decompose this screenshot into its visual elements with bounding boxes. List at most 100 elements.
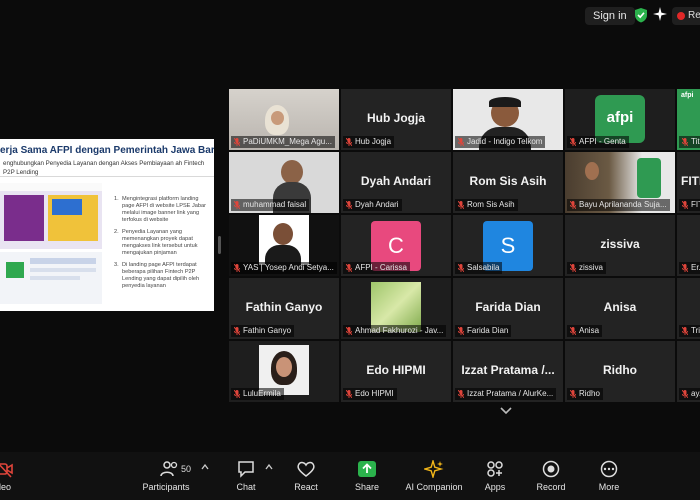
participant-label-text: zissiva	[579, 263, 604, 272]
participant-name-label: Titan N...	[679, 136, 700, 148]
participant-display-name: Fathin Ganyo	[245, 300, 323, 314]
mic-muted-icon	[682, 390, 688, 398]
chat-button[interactable]: Chat	[228, 452, 273, 500]
record-button[interactable]: Record	[532, 452, 570, 500]
mic-muted-icon	[234, 327, 240, 335]
sign-in-button[interactable]: Sign in	[585, 7, 635, 25]
mic-muted-icon	[682, 264, 688, 272]
participant-label-text: PaDiUMKM_Mega Agu...	[243, 137, 332, 146]
participant-label-text: Tri...	[691, 326, 700, 335]
participant-name-label: Edo HIPMI	[343, 388, 397, 400]
participant-display-name: Edo HIPMI	[366, 363, 426, 377]
participant-tile[interactable]: ay...	[677, 341, 700, 402]
participant-label-text: Rom Sis Asih	[467, 200, 515, 209]
recording-label: Rec	[688, 10, 700, 21]
mic-muted-icon	[346, 327, 352, 335]
participant-name-label: LuluErmila	[231, 388, 284, 400]
more-button[interactable]: More	[592, 452, 626, 500]
participant-name-label: Jadid - Indigo Telkom	[455, 136, 546, 148]
mic-muted-icon	[234, 201, 240, 209]
participant-tile[interactable]: Bayu Aprilananda Suja...	[565, 152, 675, 213]
apps-button[interactable]: Apps	[478, 452, 512, 500]
mic-muted-icon	[570, 138, 576, 146]
share-screen-icon	[358, 461, 376, 477]
chevron-up-icon[interactable]	[265, 464, 273, 470]
participant-display-name: Anisa	[603, 300, 637, 314]
participant-tile[interactable]: zissiva zissiva	[565, 215, 675, 276]
shared-screen-slide: erja Sama AFPI dengan Pemerintah Jawa Ba…	[0, 139, 214, 311]
participant-name-label: AFPI - Carissa	[343, 262, 411, 274]
participant-tile[interactable]: LuluErmila	[229, 341, 339, 402]
slide-title: erja Sama AFPI dengan Pemerintah Jawa Ba…	[0, 145, 214, 156]
participant-name-label: Tri...	[679, 325, 700, 337]
slide-subtitle: enghubungkan Penyedia Layanan dengan Aks…	[3, 160, 205, 176]
mic-muted-icon	[234, 138, 240, 146]
mic-muted-icon	[346, 138, 352, 146]
participant-tile[interactable]: PaDiUMKM_Mega Agu...	[229, 89, 339, 150]
meeting-toolbar: deo 50 Participants Chat React Share	[0, 452, 700, 500]
participant-name-label: muhammad faisal	[231, 199, 310, 211]
participant-label-text: Ridho	[579, 389, 600, 398]
participant-label-text: Edo HIPMI	[355, 389, 394, 398]
participant-tile[interactable]: YAS | Yosep Andi Setya...	[229, 215, 339, 276]
participant-name-label: Ahmad Fakhurozi - Jav...	[343, 325, 447, 337]
mic-muted-icon	[458, 327, 464, 335]
participants-count: 50	[181, 464, 192, 474]
participant-tile[interactable]: afpiTitan N...	[677, 89, 700, 150]
video-button[interactable]: deo	[0, 452, 22, 500]
meeting-top-bar: Sign in Rec	[0, 0, 700, 30]
participant-tile[interactable]: S Salsabila	[453, 215, 563, 276]
participant-tile[interactable]: Izzat Pratama /... Izzat Pratama / AlurKe…	[453, 341, 563, 402]
mic-muted-icon	[682, 327, 688, 335]
share-button[interactable]: Share	[348, 452, 386, 500]
participant-label-text: Salsabila	[467, 263, 500, 272]
participant-tile[interactable]: Ridho Ridho	[565, 341, 675, 402]
participant-label-text: ay...	[691, 389, 700, 398]
slide-bullet-list: 1. Mengintegrasi platform landing page AF…	[114, 196, 210, 295]
participant-display-name: Izzat Pratama /...	[461, 363, 555, 377]
participant-tile[interactable]: Dyah Andari Dyah Andari	[341, 152, 451, 213]
participant-tile[interactable]: FITR FIT...	[677, 152, 700, 213]
participants-button[interactable]: 50 Participants	[138, 452, 210, 500]
chevron-down-icon[interactable]	[500, 406, 512, 416]
participant-label-text: Titan N...	[691, 137, 700, 146]
mic-muted-icon	[458, 201, 464, 209]
participant-tile[interactable]: Hub Jogja Hub Jogja	[341, 89, 451, 150]
participant-label-text: Anisa	[579, 326, 600, 335]
participant-tile[interactable]: C AFPI - Carissa	[341, 215, 451, 276]
participant-label-text: Fathin Ganyo	[243, 326, 292, 335]
video-off-icon	[0, 463, 13, 478]
ai-sparkle-icon[interactable]	[653, 7, 667, 21]
participant-name-label: Dyah Andari	[343, 199, 402, 211]
participant-tile[interactable]: Edo HIPMI Edo HIPMI	[341, 341, 451, 402]
participant-tile[interactable]: afpi AFPI - Genta	[565, 89, 675, 150]
participant-tile[interactable]: Farida Dian Farida Dian	[453, 278, 563, 339]
participant-tile[interactable]: Fathin Ganyo Fathin Ganyo	[229, 278, 339, 339]
mic-muted-icon	[458, 138, 464, 146]
participant-name-label: Ridho	[567, 388, 603, 400]
participant-label-text: Bayu Aprilananda Suja...	[579, 200, 667, 209]
participant-tile[interactable]: Rom Sis Asih Rom Sis Asih	[453, 152, 563, 213]
participant-tile[interactable]: Jadid - Indigo Telkom	[453, 89, 563, 150]
recording-indicator[interactable]: Rec	[672, 7, 700, 25]
participant-name-label: Salsabila	[455, 262, 503, 274]
participants-icon	[160, 461, 178, 477]
split-view-drag-handle[interactable]	[218, 236, 221, 254]
mic-muted-icon	[234, 264, 240, 272]
participant-tile[interactable]: Er...	[677, 215, 700, 276]
participant-name-label: Anisa	[567, 325, 603, 337]
participant-name-label: Fathin Ganyo	[231, 325, 295, 337]
mic-muted-icon	[346, 390, 352, 398]
participant-display-name: Farida Dian	[475, 300, 541, 314]
participant-name-label: Rom Sis Asih	[455, 199, 518, 211]
chevron-up-icon[interactable]	[201, 464, 209, 470]
participant-display-name: Hub Jogja	[366, 111, 425, 125]
participant-tile[interactable]: Tri...	[677, 278, 700, 339]
participant-tile[interactable]: Ahmad Fakhurozi - Jav...	[341, 278, 451, 339]
ai-companion-button[interactable]: AI Companion	[402, 452, 466, 500]
participant-tile[interactable]: Anisa Anisa	[565, 278, 675, 339]
mic-muted-icon	[346, 201, 352, 209]
react-button[interactable]: React	[286, 452, 326, 500]
participant-tile[interactable]: muhammad faisal	[229, 152, 339, 213]
security-shield-icon[interactable]	[634, 7, 648, 23]
